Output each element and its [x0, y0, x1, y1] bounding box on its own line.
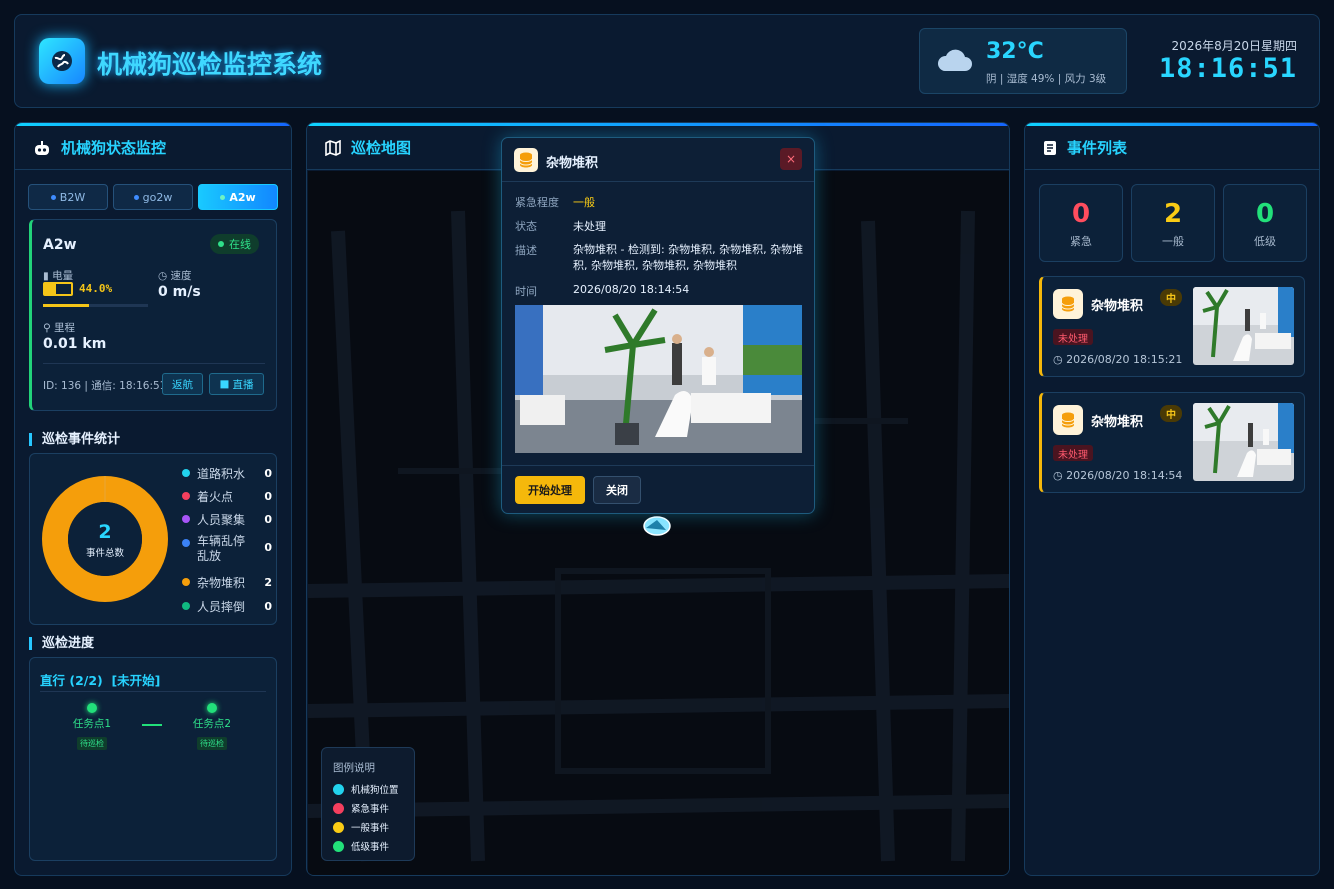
legend-item: 人员聚集 0 — [182, 510, 272, 528]
online-badge: 在线 — [210, 234, 259, 254]
status-value: 未处理 — [573, 220, 606, 233]
progress-box: 直行 (2/2) [未开始] 任务点1 待巡检 任务点2 待巡检 — [29, 657, 277, 861]
route-connector — [142, 724, 162, 726]
dog-status-panel: 机械狗状态监控 B2W go2w A2w A2w 在线 ▮ 电量 44.0% ◷… — [14, 122, 292, 876]
tab-a2w[interactable]: A2w — [198, 184, 278, 210]
legend-item: 紧急事件 — [333, 801, 389, 815]
event-thumbnail — [1193, 287, 1294, 365]
close-button[interactable]: 关闭 — [593, 476, 641, 504]
list-icon — [1044, 140, 1056, 155]
route-label: 直行 (2/2) [未开始] — [40, 673, 161, 688]
robot-icon — [35, 140, 49, 155]
event-card[interactable]: 杂物堆积 中 未处理 ◷ 2026/08/20 18:14:54 — [1039, 392, 1305, 493]
map-legend: 图例说明 机械狗位置 紧急事件 一般事件 低级事件 — [321, 747, 415, 861]
urgency-label: 紧急程度 — [515, 196, 559, 209]
speed-label: ◷ 速度 — [158, 270, 192, 282]
stat-urgent: 0 紧急 — [1039, 184, 1123, 262]
time-value: 2026/08/20 18:14:54 — [573, 283, 690, 296]
tab-go2w[interactable]: go2w — [113, 184, 193, 210]
speed-value: 0 m/s — [158, 284, 201, 300]
panel-title: 机械狗状态监控 — [15, 126, 291, 170]
stat-normal: 2 一般 — [1131, 184, 1215, 262]
desc-value: 杂物堆积 - 检测到: 杂物堆积, 杂物堆积, 杂物堆积, 杂物堆积, 杂物堆积… — [573, 243, 804, 272]
temperature: 32°C — [986, 39, 1044, 64]
event-popup: 杂物堆积 × 紧急程度 一般 状态 未处理 描述 杂物堆积 - 检测到: 杂物堆… — [501, 137, 815, 514]
event-time: ◷ 2026/08/20 18:14:54 — [1053, 469, 1183, 482]
tab-b2w[interactable]: B2W — [28, 184, 108, 210]
dog-tabs: B2W go2w A2w — [28, 184, 278, 210]
database-icon — [514, 148, 538, 172]
clock-display: 18:16:51 — [1158, 53, 1297, 84]
legend-item: 着火点 0 — [182, 487, 272, 505]
task-point-1: 任务点1 待巡检 — [70, 703, 114, 750]
stats-title: 巡检事件统计 — [29, 433, 120, 446]
event-thumbnail — [1193, 403, 1294, 481]
map-icon — [325, 139, 341, 156]
battery-value: 44.0% — [79, 282, 113, 295]
start-processing-button[interactable]: 开始处理 — [515, 476, 585, 504]
donut-label: 事件总数 — [85, 548, 124, 559]
battery-icon — [43, 282, 73, 296]
event-time: ◷ 2026/08/20 18:15:21 — [1053, 353, 1183, 366]
status-badge: 未处理 — [1053, 329, 1093, 345]
legend-item: 车辆乱停乱放 0 — [182, 534, 272, 568]
donut-total: 2 — [98, 521, 112, 543]
status-badge: 未处理 — [1053, 445, 1093, 461]
weather-widget: 32°C 阴 | 湿度 49% | 风力 3级 — [919, 28, 1127, 94]
mileage-value: 0.01 km — [43, 336, 107, 352]
level-badge: 中 — [1160, 405, 1182, 422]
legend-item: 一般事件 — [333, 820, 389, 834]
popup-title: 杂物堆积 — [546, 156, 599, 171]
header-bar: 机械狗巡检监控系统 32°C 阴 | 湿度 49% | 风力 3级 2026年8… — [14, 14, 1320, 108]
level-badge: 中 — [1160, 289, 1182, 306]
robot-dog-marker-icon[interactable] — [641, 514, 673, 538]
live-button[interactable]: ■ 直播 — [209, 373, 264, 395]
database-icon — [1053, 289, 1083, 319]
time-label: 时间 — [515, 285, 537, 298]
dog-card: A2w 在线 ▮ 电量 44.0% ◷ 速度 0 m/s ⚲ 里程 0.01 k… — [29, 219, 277, 411]
popup-close-icon[interactable]: × — [780, 148, 802, 170]
legend-item: 机械狗位置 — [333, 782, 399, 796]
globe-logo-icon — [39, 38, 85, 84]
progress-title: 巡检进度 — [29, 637, 94, 650]
app-title: 机械狗巡检监控系统 — [97, 50, 323, 79]
battery-bar — [43, 304, 148, 307]
legend-item: 道路积水 0 — [182, 464, 272, 482]
event-list-panel: 事件列表 0 紧急 2 一般 0 低级 杂物堆积 中 未处理 ◷ 2026/08/20… — [1024, 122, 1320, 876]
date-display: 2026年8月20日星期四 — [1171, 39, 1297, 53]
legend-item: 低级事件 — [333, 839, 389, 853]
desc-label: 描述 — [515, 244, 537, 257]
mileage-label: ⚲ 里程 — [43, 322, 76, 334]
event-type-legend: 道路积水 0 着火点 0 人员聚集 0 车辆乱停乱放 0 杂物堆积 2 人员摔倒 0 — [182, 464, 272, 624]
legend-item: 人员摔倒 0 — [182, 597, 272, 615]
panel-title: 事件列表 — [1025, 126, 1319, 170]
event-stats-box: 2 事件总数 道路积水 0 着火点 0 人员聚集 0 车辆乱停乱放 0 杂物堆积 2 人员… — [29, 453, 277, 625]
status-label: 状态 — [515, 220, 537, 233]
event-title: 杂物堆积 — [1091, 415, 1144, 430]
event-card[interactable]: 杂物堆积 中 未处理 ◷ 2026/08/20 18:15:21 — [1039, 276, 1305, 377]
dog-meta: ID: 136 | 通信: 18:16:51 — [43, 380, 167, 392]
map-panel: 巡检地图 图例说明 机械狗位置 紧急事件 一般事件 低级事件 杂物堆积 × 紧急… — [306, 122, 1010, 876]
cloud-icon — [937, 49, 972, 71]
dog-name: A2w — [43, 237, 77, 253]
battery-label: ▮ 电量 — [43, 270, 74, 282]
legend-item: 杂物堆积 2 — [182, 573, 272, 591]
urgency-value: 一般 — [573, 196, 595, 209]
event-title: 杂物堆积 — [1091, 299, 1144, 314]
stat-low: 0 低级 — [1223, 184, 1307, 262]
return-button[interactable]: 返航 — [162, 373, 203, 395]
event-photo — [515, 305, 802, 453]
database-icon — [1053, 405, 1083, 435]
weather-description: 阴 | 湿度 49% | 风力 3级 — [986, 73, 1107, 85]
task-point-2: 任务点2 待巡检 — [190, 703, 234, 750]
